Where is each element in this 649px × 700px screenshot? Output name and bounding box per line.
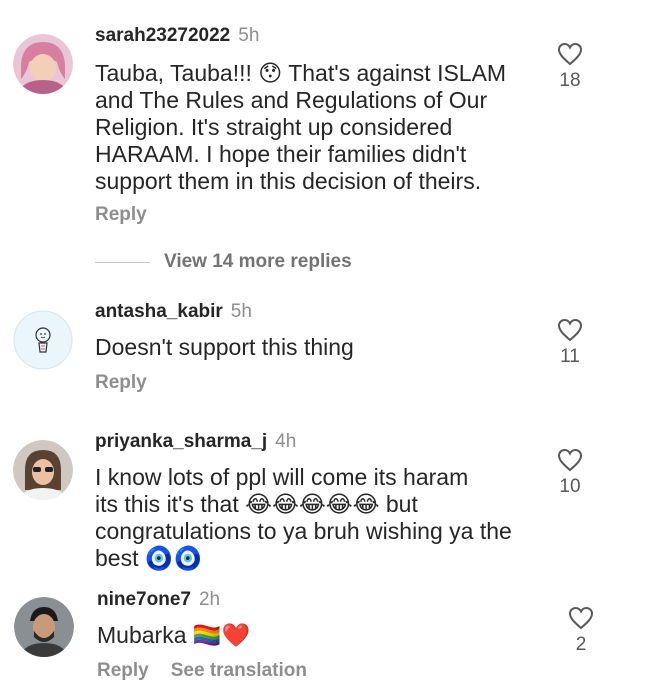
avatar[interactable] [14,597,74,657]
comment-time: 5h [238,25,260,46]
reply-button[interactable]: Reply [95,204,147,225]
comment-1: sarah23272022 5h Tauba, Tauba!!! 😯 That's… [0,0,649,240]
comment-actions: Reply [95,204,169,226]
reply-button[interactable]: Reply [95,372,147,393]
comment-time: 4h [275,431,297,452]
comment-time: 2h [198,589,221,610]
comment-3: priyanka_sharma_j 4h I know lots of ppl w… [0,420,649,580]
username-text[interactable]: priyanka_sharma_j [95,431,267,452]
comment-text-line: its this it's that 😂😂😂😂😂 but [95,491,418,517]
like-group: 2 [561,606,601,656]
comment-text-line: best 🧿🧿 [95,545,203,571]
comment-text-line: support them in this decision of theirs. [95,168,482,194]
comment-text-line: congratulations to ya bruh wishing ya th… [95,518,512,544]
like-count: 10 [559,476,581,497]
comment-username[interactable]: priyanka_sharma_j 4h [95,431,296,453]
comment-text-line: Mubarka 🏳️‍🌈❤️ [97,622,251,648]
username-text[interactable]: nine7one7 [97,589,191,610]
avatar[interactable] [13,440,73,500]
comment-text-line: and The Rules and Regulations of Our [95,87,488,113]
heart-icon[interactable] [568,606,594,630]
comment-actions: Reply [95,372,169,394]
reply-button[interactable]: Reply [97,660,149,681]
comment-text-line: Doesn't support this thing [95,334,354,360]
comment-text: Mubarka 🏳️‍🌈❤️ [97,622,547,649]
comment-username[interactable]: antasha_kabir 5h [95,301,252,323]
heart-icon[interactable] [557,318,583,342]
comment-text-line: HARAAM. I hope their families didn't [95,141,467,167]
divider-line [95,261,150,263]
heart-icon[interactable] [557,42,583,66]
comment-text-line: I know lots of ppl will come its haram [95,464,469,490]
view-replies-button[interactable]: View 14 more replies [95,250,352,274]
comment-text-line: Tauba, Tauba!!! 😯 That's against ISLAM [95,60,507,86]
heart-icon[interactable] [557,448,583,472]
comment-4: nine7one7 2h Mubarka 🏳️‍🌈❤️ Reply See tran… [0,588,649,700]
username-text[interactable]: antasha_kabir [95,301,223,322]
like-group: 10 [550,448,590,498]
like-count: 18 [559,70,581,91]
avatar[interactable] [13,34,73,94]
comment-text: I know lots of ppl will come its haram i… [95,464,545,572]
like-group: 11 [550,318,590,368]
comment-text: Doesn't support this thing [95,334,545,361]
comment-actions: Reply See translation [97,660,329,682]
like-count: 2 [575,634,587,655]
comment-username[interactable]: nine7one7 2h [97,589,220,611]
username-text[interactable]: sarah23272022 [95,25,230,46]
view-replies-label[interactable]: View 14 more replies [164,251,352,273]
see-translation-button[interactable]: See translation [171,660,307,681]
comment-text: Tauba, Tauba!!! 😯 That's against ISLAM a… [95,60,545,195]
like-group: 18 [550,42,590,92]
comment-time: 5h [230,301,252,322]
comment-2: antasha_kabir 5h Doesn't support this thi… [0,290,649,400]
comment-username[interactable]: sarah23272022 5h [95,25,259,47]
comment-text-line: Religion. It's straight up considered [95,114,453,140]
avatar[interactable] [13,310,73,370]
like-count: 11 [560,346,580,367]
